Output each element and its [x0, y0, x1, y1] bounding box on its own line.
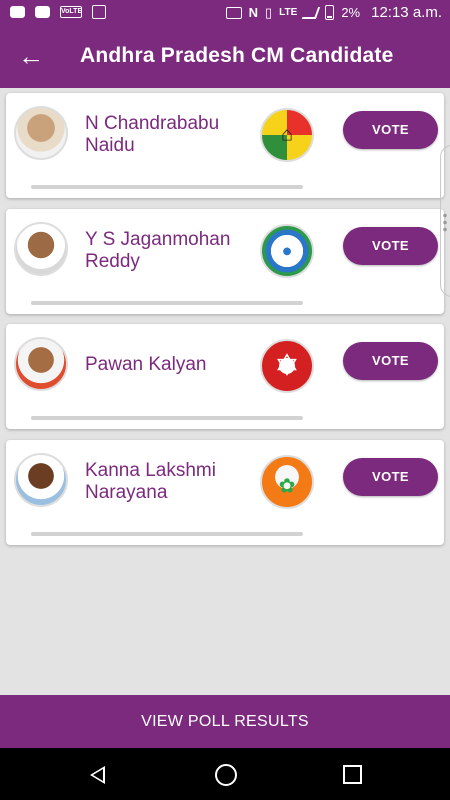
vote-button[interactable]: VOTE: [343, 342, 438, 380]
system-nav-bar: [0, 748, 450, 800]
vote-progress-bar: [31, 532, 303, 536]
candidate-avatar: [14, 337, 68, 391]
candidate-name: Pawan Kalyan: [85, 354, 207, 375]
home-nav-icon[interactable]: [215, 764, 237, 786]
janasena-logo-icon: ✡: [260, 339, 314, 393]
vote-progress-bar: [31, 416, 303, 420]
back-nav-icon[interactable]: [90, 766, 105, 784]
candidate-name: Kanna Lakshmi Narayana: [85, 460, 216, 503]
vote-button[interactable]: VOTE: [343, 111, 438, 149]
candidate-avatar: [14, 453, 68, 507]
vote-progress-bar: [31, 301, 303, 305]
app-bar: ← Andhra Pradesh CM Candidate: [0, 26, 450, 88]
candidate-card-kanna: Kanna Lakshmi Narayana ✿ VOTE: [6, 440, 444, 545]
volte-icon: VoLTE: [60, 6, 82, 18]
tdp-logo-icon: ⌂: [260, 108, 314, 162]
video-icon: [35, 6, 50, 18]
candidate-avatar: [14, 222, 68, 276]
view-poll-results-button[interactable]: VIEW POLL RESULTS: [0, 695, 450, 748]
battery-percent: 2%: [341, 5, 361, 20]
nfc-icon: N: [248, 5, 258, 20]
bjp-logo-icon: ✿: [260, 455, 314, 509]
vote-button[interactable]: VOTE: [343, 227, 438, 265]
document-icon: [92, 5, 106, 19]
page-title: Andhra Pradesh CM Candidate: [80, 44, 394, 67]
drag-handle-icon: [443, 212, 447, 232]
vibrate-icon: ▯: [265, 4, 273, 20]
candidate-card-jagan: Y S Jaganmohan Reddy ● VOTE: [6, 209, 444, 314]
candidate-avatar: [14, 106, 68, 160]
battery-icon: [325, 5, 335, 20]
vote-button[interactable]: VOTE: [343, 458, 438, 496]
video-call-icon: [10, 6, 25, 18]
lte-label: LTE: [279, 7, 298, 18]
candidate-name: Y S Jaganmohan Reddy: [85, 229, 231, 272]
clock: 12:13 a.m.: [371, 4, 442, 21]
arrow-left-icon[interactable]: ←: [16, 42, 46, 72]
candidate-name: N Chandrababu Naidu: [85, 113, 220, 156]
recents-nav-icon[interactable]: [343, 765, 362, 784]
candidate-card-pawan: Pawan Kalyan ✡ VOTE: [6, 324, 444, 429]
candidate-card-naidu: N Chandrababu Naidu ⌂ VOTE: [6, 93, 444, 198]
lte-signal-icon: [302, 6, 321, 19]
ysrcp-logo-icon: ●: [260, 224, 314, 278]
vote-progress-bar: [31, 185, 303, 189]
cast-icon: [225, 6, 242, 19]
status-bar: VoLTE N ▯ LTE 2% 12:13 a.m.: [0, 0, 450, 26]
